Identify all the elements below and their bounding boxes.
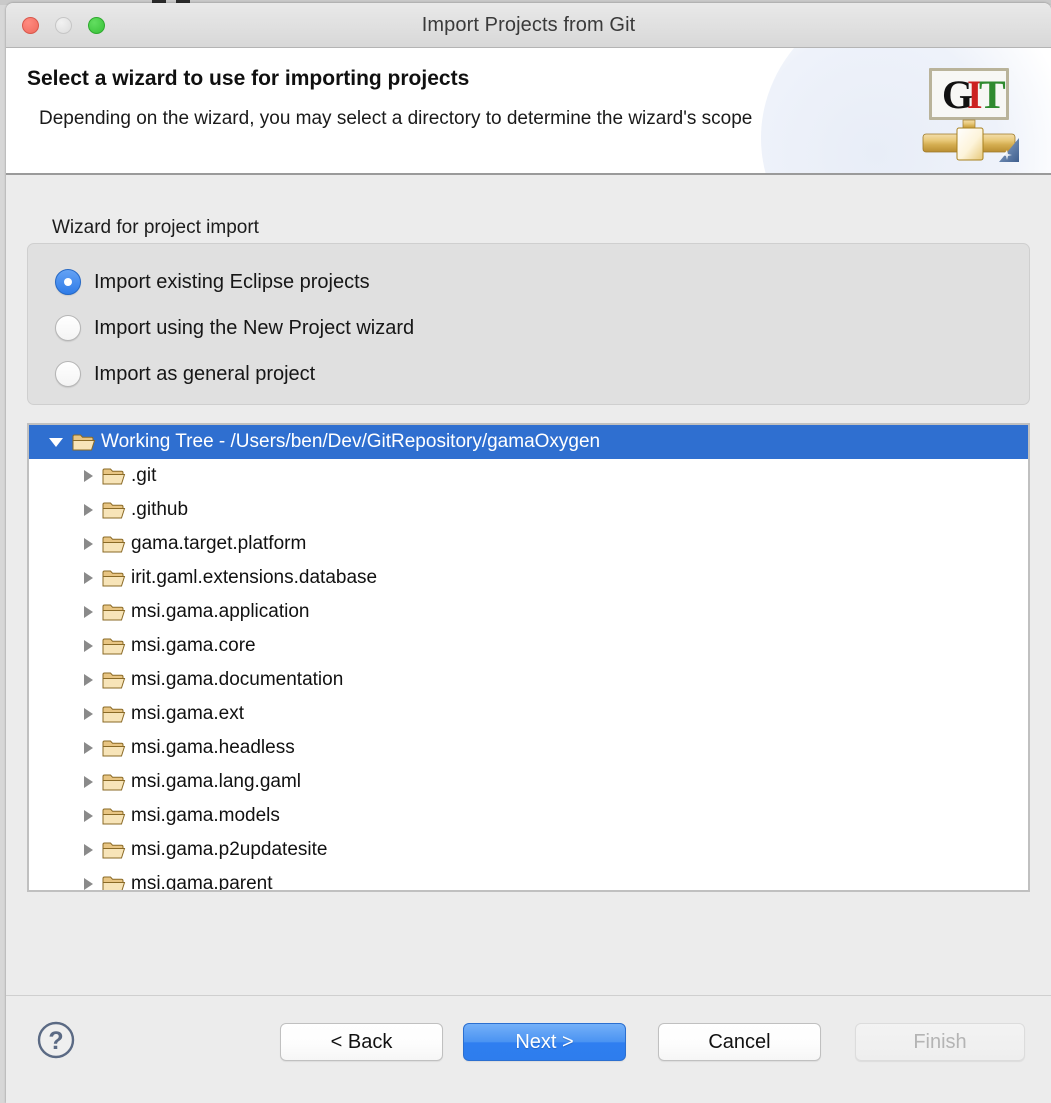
folder-open-icon [102,808,126,824]
help-button[interactable]: ? [36,1020,76,1060]
chevron-right-icon[interactable] [84,708,93,720]
tree-row[interactable]: msi.gama.models [29,799,1028,833]
tree-row-label: gama.target.platform [131,533,307,554]
svg-text:T: T [979,72,1006,117]
radio-option-label: Import as general project [94,362,316,385]
wizard-header: Select a wizard to use for importing pro… [6,48,1051,175]
chevron-right-icon[interactable] [84,606,93,618]
folder-open-icon [102,638,126,654]
chevron-right-icon[interactable] [84,470,93,482]
tree-row-label: msi.gama.ext [131,703,244,724]
folder-open-icon [102,502,126,518]
radio-option-import-using-new-project-wizard[interactable]: Import using the New Project wizard [55,313,414,343]
tree-row-label: msi.gama.p2updatesite [131,839,328,860]
folder-open-icon [102,604,126,620]
radio-button-icon[interactable] [55,315,81,341]
tree-row-label: msi.gama.parent [131,873,273,892]
folder-open-icon [72,434,96,450]
dialog-button-bar: ? < Back Next > Cancel Finish [6,995,1051,1095]
tree-row-label: irit.gaml.extensions.database [131,567,378,588]
repository-tree[interactable]: Working Tree - /Users/ben/Dev/GitReposit… [27,423,1030,892]
folder-open-icon [102,570,126,586]
radio-button-icon[interactable] [55,361,81,387]
tree-row[interactable]: Working Tree - /Users/ben/Dev/GitReposit… [29,425,1028,459]
folder-open-icon [102,842,126,858]
wizard-body: Wizard for project import Import existin… [6,175,1051,995]
tree-row-label: msi.gama.application [131,601,310,622]
import-projects-from-git-dialog: Import Projects from Git Select a wizard… [6,3,1051,1103]
tree-row[interactable]: msi.gama.parent [29,867,1028,892]
cancel-button[interactable]: Cancel [658,1023,821,1061]
git-logo-icon: G I T [922,68,1019,162]
chevron-right-icon[interactable] [84,810,93,822]
folder-open-icon [102,672,126,688]
radio-option-import-as-general-project[interactable]: Import as general project [55,359,315,389]
tree-row-label: msi.gama.headless [131,737,295,758]
chevron-right-icon[interactable] [84,538,93,550]
chevron-right-icon[interactable] [84,878,93,890]
chevron-right-icon[interactable] [84,504,93,516]
chevron-right-icon[interactable] [84,674,93,686]
tree-row[interactable]: msi.gama.application [29,595,1028,629]
tree-row-label: msi.gama.models [131,805,280,826]
tree-row[interactable]: gama.target.platform [29,527,1028,561]
folder-open-icon [102,774,126,790]
radio-button-icon[interactable] [55,269,81,295]
svg-text:?: ? [48,1027,63,1055]
window-title: Import Projects from Git [421,14,636,36]
tree-row-label: .github [131,499,189,520]
folder-open-icon [102,536,126,552]
tree-row-label: .git [131,465,157,486]
tree-row[interactable]: msi.gama.p2updatesite [29,833,1028,867]
chevron-right-icon[interactable] [84,640,93,652]
wizard-header-title: Select a wizard to use for importing pro… [27,67,470,90]
wizard-header-description: Depending on the wizard, you may select … [39,108,753,129]
tree-row[interactable]: .git [29,459,1028,493]
wizard-radio-group: Import existing Eclipse projects Import … [27,243,1030,405]
tree-row[interactable]: irit.gaml.extensions.database [29,561,1028,595]
back-button[interactable]: < Back [280,1023,443,1061]
tree-row[interactable]: msi.gama.ext [29,697,1028,731]
chevron-down-icon[interactable] [49,437,63,447]
radio-option-label: Import existing Eclipse projects [94,270,370,293]
finish-button: Finish [855,1023,1025,1061]
tree-row[interactable]: msi.gama.core [29,629,1028,663]
wizard-group-label: Wizard for project import [52,217,259,238]
tree-row-label: msi.gama.documentation [131,669,344,690]
tree-row[interactable]: msi.gama.documentation [29,663,1028,697]
tree-row-label: Working Tree - /Users/ben/Dev/GitReposit… [101,431,601,452]
tree-row[interactable]: msi.gama.headless [29,731,1028,765]
folder-open-icon [102,706,126,722]
window-titlebar: Import Projects from Git [6,3,1051,48]
chevron-right-icon[interactable] [84,742,93,754]
tree-row[interactable]: .github [29,493,1028,527]
radio-option-import-existing-eclipse-projects[interactable]: Import existing Eclipse projects [55,267,370,297]
tree-row-label: msi.gama.lang.gaml [131,771,302,792]
folder-open-icon [102,740,126,756]
chevron-right-icon[interactable] [84,776,93,788]
chevron-right-icon[interactable] [84,844,93,856]
next-button[interactable]: Next > [463,1023,626,1061]
radio-option-label: Import using the New Project wizard [94,316,415,339]
tree-row[interactable]: msi.gama.lang.gaml [29,765,1028,799]
tree-children-container: .git .github gama.target.platform irit.gaml… [29,459,1028,892]
tree-row-label: msi.gama.core [131,635,256,656]
chevron-right-icon[interactable] [84,572,93,584]
folder-open-icon [102,876,126,890]
folder-open-icon [102,468,126,484]
